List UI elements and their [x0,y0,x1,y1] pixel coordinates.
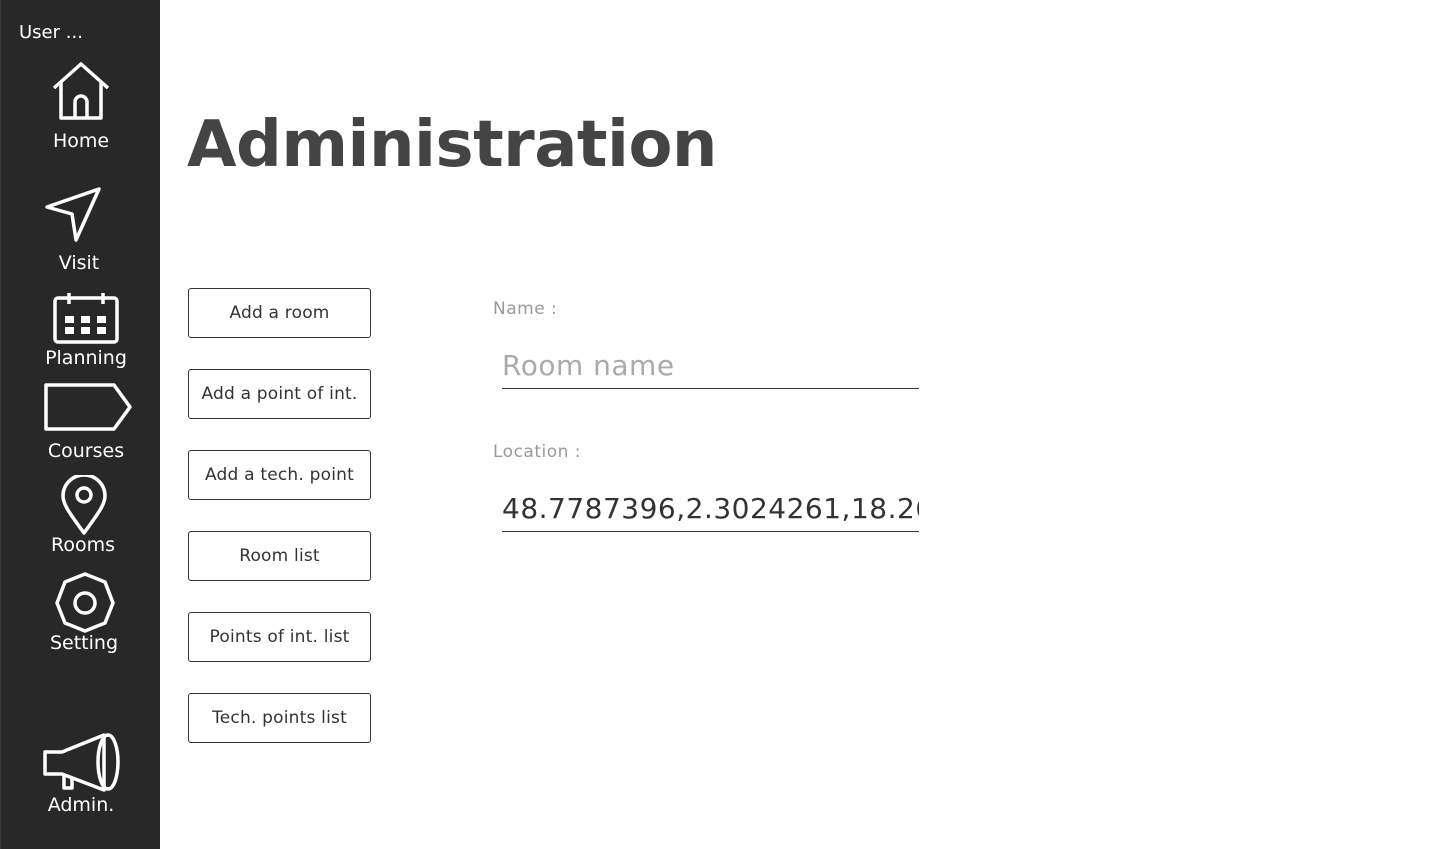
sidebar-item-label: Courses [47,440,125,462]
sidebar-item-label: Home [52,130,110,152]
gear-icon [54,572,116,634]
room-list-button[interactable]: Room list [188,531,371,581]
calendar-icon [53,292,119,344]
location-input[interactable] [502,486,919,532]
add-point-of-interest-button[interactable]: Add a point of int. [188,369,371,419]
sidebar-item-label: Visit [58,252,100,274]
sidebar-item-setting[interactable]: Setting [41,572,127,660]
room-name-input[interactable] [502,343,919,389]
sidebar-item-courses[interactable]: Courses [41,383,132,465]
sidebar-item-home[interactable]: Home [41,60,121,155]
sidebar-item-label: Rooms [50,534,115,556]
user-menu[interactable]: User ... [19,22,83,43]
location-field-label: Location : [493,442,582,462]
add-tech-point-button[interactable]: Add a tech. point [188,450,371,500]
tag-icon [44,383,132,433]
sidebar-item-planning[interactable]: Planning [41,292,131,372]
megaphone-icon [42,732,122,794]
navigation-arrow-icon [45,185,103,243]
points-of-interest-list-button[interactable]: Points of int. list [188,612,371,662]
sidebar-item-admin[interactable]: Admin. [41,732,121,822]
sidebar-item-label: Planning [45,347,127,369]
map-pin-icon [61,475,107,535]
add-room-button[interactable]: Add a room [188,288,371,338]
tech-points-list-button[interactable]: Tech. points list [188,693,371,743]
sidebar-item-label: Admin. [47,794,115,816]
sidebar-item-visit[interactable]: Visit [41,185,121,280]
sidebar-item-rooms[interactable]: Rooms [41,475,125,560]
page-title: Administration [187,108,717,182]
sidebar: User ... Home Visit Planning Courses Roo… [0,0,160,849]
sidebar-item-label: Setting [49,632,119,654]
home-icon [51,60,111,122]
name-field-label: Name : [493,299,558,319]
